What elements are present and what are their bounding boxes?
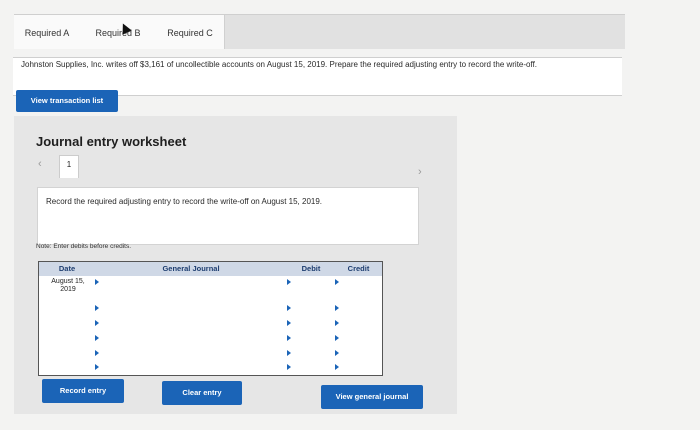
debit-input[interactable] bbox=[287, 276, 336, 303]
dropdown-marker-icon bbox=[287, 305, 291, 311]
question-text: Johnston Supplies, Inc. writes off $3,16… bbox=[21, 60, 538, 69]
dropdown-marker-icon bbox=[287, 335, 291, 341]
debit-input[interactable] bbox=[287, 302, 336, 317]
dropdown-marker-icon bbox=[335, 320, 339, 326]
page-number-tab[interactable]: 1 bbox=[59, 155, 79, 178]
dropdown-marker-icon bbox=[335, 350, 339, 356]
column-header-general-journal: General Journal bbox=[95, 262, 288, 276]
column-header-credit: Credit bbox=[335, 262, 382, 276]
debit-input[interactable] bbox=[287, 360, 336, 374]
worksheet-title: Journal entry worksheet bbox=[36, 134, 187, 149]
credit-input[interactable] bbox=[335, 360, 382, 374]
date-cell[interactable] bbox=[39, 316, 96, 332]
dropdown-marker-icon bbox=[287, 364, 291, 370]
date-cell[interactable] bbox=[39, 346, 96, 361]
debit-input[interactable] bbox=[287, 346, 336, 361]
dropdown-marker-icon bbox=[335, 335, 339, 341]
instruction-text: Record the required adjusting entry to r… bbox=[46, 197, 323, 206]
account-input[interactable] bbox=[95, 302, 288, 317]
debit-input[interactable] bbox=[287, 331, 336, 347]
account-input[interactable] bbox=[95, 360, 288, 374]
dropdown-marker-icon bbox=[95, 279, 99, 285]
date-cell[interactable] bbox=[39, 302, 96, 317]
dropdown-marker-icon bbox=[95, 335, 99, 341]
journal-entry-worksheet-panel: Journal entry worksheet ‹ 1 › Record the… bbox=[14, 116, 457, 414]
credit-input[interactable] bbox=[335, 302, 382, 317]
account-input[interactable] bbox=[95, 316, 288, 332]
tab-required-b[interactable]: Required B bbox=[80, 15, 157, 49]
credit-input[interactable] bbox=[335, 331, 382, 347]
tab-bar: Required A Required B Required C bbox=[14, 14, 625, 49]
tab-required-c[interactable]: Required C bbox=[156, 15, 225, 49]
instruction-box: Record the required adjusting entry to r… bbox=[37, 187, 419, 245]
dropdown-marker-icon bbox=[95, 364, 99, 370]
credit-input[interactable] bbox=[335, 316, 382, 332]
dropdown-marker-icon bbox=[335, 364, 339, 370]
column-header-debit: Debit bbox=[287, 262, 336, 276]
tab-required-a[interactable]: Required A bbox=[14, 15, 81, 49]
account-input[interactable] bbox=[95, 276, 288, 303]
chevron-right-icon[interactable]: › bbox=[418, 166, 422, 178]
tab-required-b-label: Required B bbox=[95, 28, 141, 38]
account-input[interactable] bbox=[95, 346, 288, 361]
dropdown-marker-icon bbox=[95, 350, 99, 356]
credit-input[interactable] bbox=[335, 346, 382, 361]
journal-table: Date General Journal Debit Credit August… bbox=[38, 261, 383, 376]
dropdown-marker-icon bbox=[287, 279, 291, 285]
date-cell[interactable]: August 15, 2019 bbox=[39, 276, 96, 303]
note-text: Note: Enter debits before credits. bbox=[36, 243, 132, 250]
date-value: August 15, 2019 bbox=[51, 278, 85, 293]
chevron-left-icon[interactable]: ‹ bbox=[38, 158, 42, 170]
date-cell[interactable] bbox=[39, 331, 96, 347]
view-transaction-list-button[interactable]: View transaction list bbox=[16, 90, 118, 112]
date-cell[interactable] bbox=[39, 360, 96, 374]
view-general-journal-button[interactable]: View general journal bbox=[321, 385, 423, 409]
record-entry-button[interactable]: Record entry bbox=[42, 379, 124, 403]
dropdown-marker-icon bbox=[287, 350, 291, 356]
dropdown-marker-icon bbox=[287, 320, 291, 326]
credit-input[interactable] bbox=[335, 276, 382, 303]
dropdown-marker-icon bbox=[335, 305, 339, 311]
clear-entry-button[interactable]: Clear entry bbox=[162, 381, 242, 405]
column-header-date: Date bbox=[39, 262, 96, 276]
account-input[interactable] bbox=[95, 331, 288, 347]
dropdown-marker-icon bbox=[335, 279, 339, 285]
debit-input[interactable] bbox=[287, 316, 336, 332]
dropdown-marker-icon bbox=[95, 320, 99, 326]
dropdown-marker-icon bbox=[95, 305, 99, 311]
